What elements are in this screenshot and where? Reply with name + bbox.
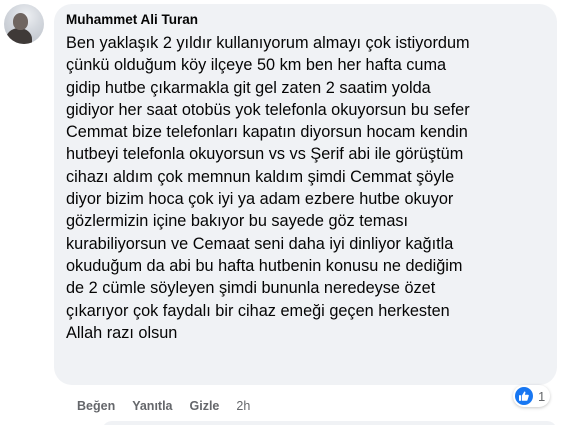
comment-author[interactable]: Muhammet Ali Turan <box>66 11 545 29</box>
comment-actions: Beğen Yanıtla Gizle 2h <box>77 398 250 414</box>
comment-text-line: kurabiliyorsun ve Cemaat seni daha iyi d… <box>66 234 454 253</box>
avatar[interactable] <box>4 4 44 44</box>
reply-button[interactable]: Yanıtla <box>132 398 172 414</box>
comment-timestamp[interactable]: 2h <box>236 398 250 414</box>
reaction-summary[interactable]: 1 <box>513 385 551 407</box>
avatar-body-shape <box>6 28 32 44</box>
avatar-head-shape <box>13 13 28 30</box>
comment-text-line: gidip hutbe çıkarmakla git gel zaten 2 s… <box>66 78 431 97</box>
comment-text-line: cihazı aldım çok memnun kaldım şimdi Cem… <box>66 167 455 186</box>
comment-text-line: de 2 cümle söyleyen şimdi bununla nerede… <box>66 279 436 298</box>
comment-text-line: gözlermizin içine bakıyor bu sayede göz … <box>66 212 409 231</box>
comment-text-line: Allah razı olsun <box>66 323 178 342</box>
like-button[interactable]: Beğen <box>77 398 115 414</box>
comment-text-line: gidiyor her saat otobüs yok telefonla ok… <box>66 100 470 119</box>
comment-item: Muhammet Ali Turan Ben yaklaşık 2 yıldır… <box>0 0 571 425</box>
comment-bubble: Muhammet Ali Turan Ben yaklaşık 2 yıldır… <box>54 4 557 385</box>
hide-button[interactable]: Gizle <box>190 398 220 414</box>
reaction-count: 1 <box>538 388 546 404</box>
like-icon <box>515 387 533 405</box>
next-comment-bubble-edge <box>102 421 557 425</box>
comment-text-line: hutbeyi telefonla okuyorsun vs vs Şerif … <box>66 145 464 164</box>
comment-text-line: çıkarıyor çok faydalı bir cihaz emeği ge… <box>66 301 450 320</box>
comment-text: Ben yaklaşık 2 yıldır kullanıyorum almay… <box>66 32 545 344</box>
comment-text-line: diyor bizim hoca çok iyi ya adam ezbere … <box>66 190 454 209</box>
comment-text-line: okuduğum da abi bu hafta hutbenin konusu… <box>66 256 463 275</box>
comment-text-line: çünkü olduğum köy ilçeye 50 km ben her h… <box>66 56 447 75</box>
comment-text-line: Cemmat bize telefonları kapatın diyorsun… <box>66 123 468 142</box>
comment-text-line: Ben yaklaşık 2 yıldır kullanıyorum almay… <box>66 34 470 52</box>
